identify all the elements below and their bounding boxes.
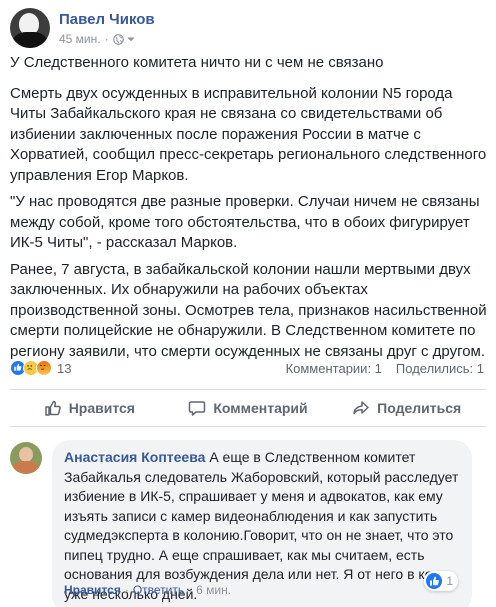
angry-icon — [36, 360, 52, 376]
commenter-name[interactable]: Анастасия Коптеева — [64, 449, 205, 465]
chevron-down-icon[interactable] — [126, 34, 136, 44]
post-paragraph: "У нас проводятся две разные проверки. С… — [10, 193, 480, 251]
share-icon — [353, 401, 369, 415]
comment-like-link[interactable]: Нравится — [64, 583, 121, 597]
separator-dot: · — [124, 583, 129, 597]
facebook-post: Павел Чиков 45 мин. · У Следственного ко… — [0, 0, 496, 607]
separator-dot: · — [104, 32, 109, 46]
post-headline: У Следственного комитета ничто ни с чем … — [10, 54, 384, 71]
like-label: Нравится — [68, 400, 135, 416]
comment-bubble: Анастасия Коптеева А еще в Следственном … — [52, 440, 472, 607]
author-avatar[interactable] — [10, 8, 50, 48]
action-bar: Нравится Комментарий Поделиться — [10, 392, 486, 424]
post-stats: Комментарии: 1 Поделились: 1 — [286, 361, 484, 376]
comment-like-count: 1 — [446, 574, 453, 588]
comment-time[interactable]: 6 мин. — [196, 583, 231, 597]
share-label: Поделиться — [377, 400, 462, 416]
comment-reply-link[interactable]: Ответить — [133, 583, 184, 597]
comment-like-badge[interactable]: 1 — [424, 571, 458, 591]
shares-count[interactable]: Поделились: 1 — [396, 361, 484, 376]
comment-label: Комментарий — [213, 400, 308, 416]
divider — [10, 389, 486, 390]
post-meta: Павел Чиков 45 мин. · — [59, 8, 155, 52]
thumbs-up-icon — [44, 400, 61, 416]
post-timeline: 45 мин. · — [59, 32, 155, 46]
globe-icon[interactable] — [112, 33, 124, 45]
comments-count[interactable]: Комментарии: 1 — [286, 361, 382, 376]
comment-button[interactable]: Комментарий — [169, 392, 328, 424]
post-header: Павел Чиков 45 мин. · — [10, 8, 155, 52]
commenter-avatar[interactable] — [10, 442, 42, 474]
like-icon — [426, 573, 443, 589]
separator-dot: · — [188, 583, 193, 597]
like-button[interactable]: Нравится — [10, 392, 169, 424]
post-time[interactable]: 45 мин. — [59, 32, 101, 46]
divider — [10, 426, 486, 427]
post-paragraph: Ранее, 7 августа, в забайкальской колони… — [10, 260, 487, 360]
reaction-icons[interactable] — [10, 360, 52, 376]
comment-icon — [189, 401, 206, 416]
post-body: У Следственного комитета ничто ни с чем … — [10, 53, 488, 368]
reactions-bar: 13 Комментарии: 1 Поделились: 1 — [10, 358, 484, 378]
post-paragraph: Смерть двух осужденных в исправительной … — [10, 84, 487, 184]
share-button[interactable]: Поделиться — [327, 392, 486, 424]
reaction-count[interactable]: 13 — [57, 361, 71, 376]
comment-text: А еще в Следственном комитет Забайкалья … — [64, 449, 459, 602]
author-name[interactable]: Павел Чиков — [59, 11, 155, 29]
comment-footer: Нравится · Ответить · 6 мин. — [64, 583, 231, 597]
